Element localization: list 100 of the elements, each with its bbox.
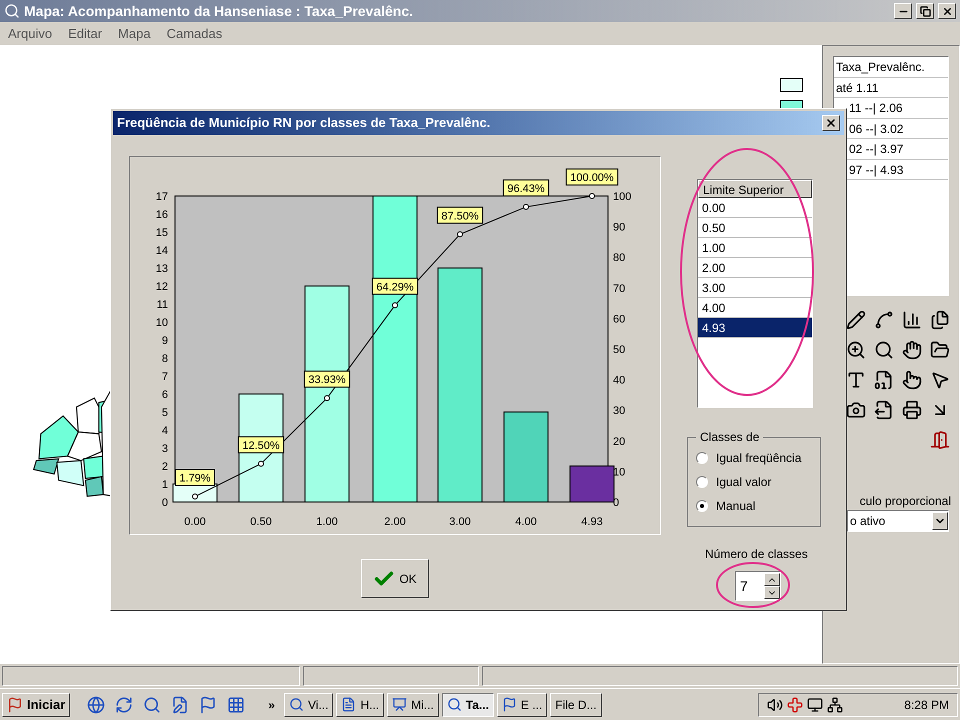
- value-label: 33.93%: [304, 370, 350, 388]
- x-tick-label: 1.00: [316, 516, 338, 528]
- ok-button[interactable]: OK: [361, 559, 429, 598]
- x-tick-label: 4.93: [581, 516, 603, 528]
- tool-icon[interactable]: [902, 310, 922, 330]
- tool-icon[interactable]: [846, 310, 866, 330]
- task-button[interactable]: E ...: [496, 692, 548, 716]
- task-button[interactable]: Ta...: [442, 692, 494, 716]
- x-tick-label: 0.00: [184, 516, 206, 528]
- monitor-icon[interactable]: [807, 696, 823, 712]
- y-tick-label: 6: [162, 389, 168, 401]
- speaker-icon[interactable]: [767, 696, 783, 712]
- value-label: 100.00%: [566, 168, 618, 186]
- door-icon[interactable]: [930, 430, 950, 450]
- task-button[interactable]: File D...: [550, 692, 602, 716]
- tool-icon[interactable]: [874, 310, 894, 330]
- window-title: Mapa: Acompanhamento da Hanseniase : Taxa_Prevalênc.: [24, 2, 414, 21]
- x-tick-label: 4.00: [515, 516, 537, 528]
- task-button[interactable]: Vi...: [284, 692, 334, 716]
- y2-tick-label: 40: [613, 374, 626, 387]
- tool-icon[interactable]: [902, 340, 922, 360]
- tool-icon[interactable]: [902, 400, 922, 420]
- y-tick-label: 2: [162, 461, 168, 473]
- task-icon: [392, 697, 408, 712]
- dropdown-button[interactable]: [932, 512, 948, 530]
- quick-launch-icon[interactable]: [227, 696, 246, 714]
- cumulative-point: [258, 460, 264, 467]
- proportional-select[interactable]: o ativo: [847, 510, 949, 532]
- x-tick-label: 0.50: [250, 516, 272, 528]
- value-label: 96.43%: [502, 179, 550, 196]
- menu-item[interactable]: Editar: [68, 24, 102, 44]
- y2-tick-label: 60: [613, 313, 626, 326]
- quick-launch-icon[interactable]: [87, 696, 106, 714]
- proportional-label: culo proporcional: [860, 493, 951, 510]
- restore-button[interactable]: [916, 3, 934, 19]
- y-tick-label: 5: [162, 407, 168, 419]
- network-icon[interactable]: [827, 696, 843, 712]
- cumulative-point: [192, 494, 198, 500]
- close-button[interactable]: [822, 115, 840, 131]
- quick-launch-icon[interactable]: [143, 696, 162, 714]
- menu-item[interactable]: Camadas: [166, 24, 222, 44]
- cumulative-point: [457, 231, 463, 238]
- radio-button[interactable]: [696, 452, 708, 464]
- radio-button[interactable]: [696, 500, 708, 512]
- y-tick-label: 3: [162, 443, 168, 455]
- value-label: 12.50%: [238, 436, 284, 454]
- spin-down-button[interactable]: [764, 586, 780, 599]
- y2-tick-label: 90: [613, 222, 626, 234]
- tool-icon[interactable]: [930, 340, 950, 360]
- radio-button[interactable]: [696, 476, 708, 488]
- start-button[interactable]: Iniciar: [2, 692, 70, 716]
- task-button[interactable]: H...: [336, 692, 384, 716]
- y-tick-label: 16: [156, 209, 168, 221]
- quick-launch-icon[interactable]: [115, 696, 134, 714]
- dialog-title: Freqüência de Município RN por classes de Taxa_Prevalênc.: [117, 114, 492, 132]
- tool-icon[interactable]: [846, 370, 866, 390]
- tool-icon[interactable]: [874, 340, 894, 360]
- cross-icon[interactable]: [787, 696, 803, 712]
- more-chevron[interactable]: »: [268, 696, 275, 714]
- spin-up-button[interactable]: [764, 573, 780, 586]
- quick-launch-icon[interactable]: [171, 696, 190, 714]
- legend-item: até 1.11: [834, 78, 948, 98]
- list-item[interactable]: 0.00: [698, 198, 812, 218]
- y-tick-label: 15: [156, 227, 168, 239]
- tool-icon[interactable]: [930, 310, 950, 330]
- y-tick-label: 17: [156, 191, 168, 203]
- tool-icon[interactable]: [902, 370, 922, 390]
- y2-tick-label: 10: [613, 466, 626, 478]
- task-button[interactable]: Mi...: [387, 692, 439, 716]
- radio-label: Igual freqüência: [716, 450, 802, 467]
- quick-launch-icon[interactable]: [199, 696, 218, 714]
- list-item[interactable]: 3.00: [698, 278, 812, 298]
- radio-option[interactable]: Manual: [696, 494, 812, 518]
- list-item[interactable]: 2.00: [698, 258, 812, 278]
- y2-tick-label: 100: [613, 191, 632, 203]
- app-icon: [4, 3, 20, 19]
- radio-option[interactable]: Igual valor: [696, 470, 812, 494]
- list-item[interactable]: 0.50: [698, 218, 812, 238]
- classes-spinner[interactable]: 7: [735, 571, 781, 601]
- list-item[interactable]: 1.00: [698, 238, 812, 258]
- tool-icon[interactable]: [846, 340, 866, 360]
- tool-icon[interactable]: [846, 400, 866, 420]
- y-tick-label: 13: [156, 263, 168, 275]
- x-tick-label: 3.00: [449, 516, 471, 528]
- cumulative-point: [589, 193, 595, 199]
- menu-item[interactable]: Mapa: [118, 24, 151, 44]
- legend-item: Taxa_Prevalênc.: [834, 57, 948, 78]
- radio-option[interactable]: Igual freqüência: [696, 446, 812, 470]
- y2-tick-label: 20: [613, 436, 626, 448]
- list-item[interactable]: 4.93: [698, 318, 812, 338]
- close-icon: [825, 117, 837, 129]
- close-button[interactable]: [938, 3, 956, 19]
- cumulative-point: [523, 204, 529, 210]
- tool-icon[interactable]: [930, 370, 950, 390]
- y-tick-label: 8: [162, 353, 168, 365]
- tool-icon[interactable]: [874, 370, 894, 390]
- minimize-button[interactable]: [894, 3, 912, 19]
- radio-label: Manual: [716, 498, 756, 515]
- menu-item[interactable]: Arquivo: [8, 24, 52, 44]
- tool-icon[interactable]: [874, 400, 894, 420]
